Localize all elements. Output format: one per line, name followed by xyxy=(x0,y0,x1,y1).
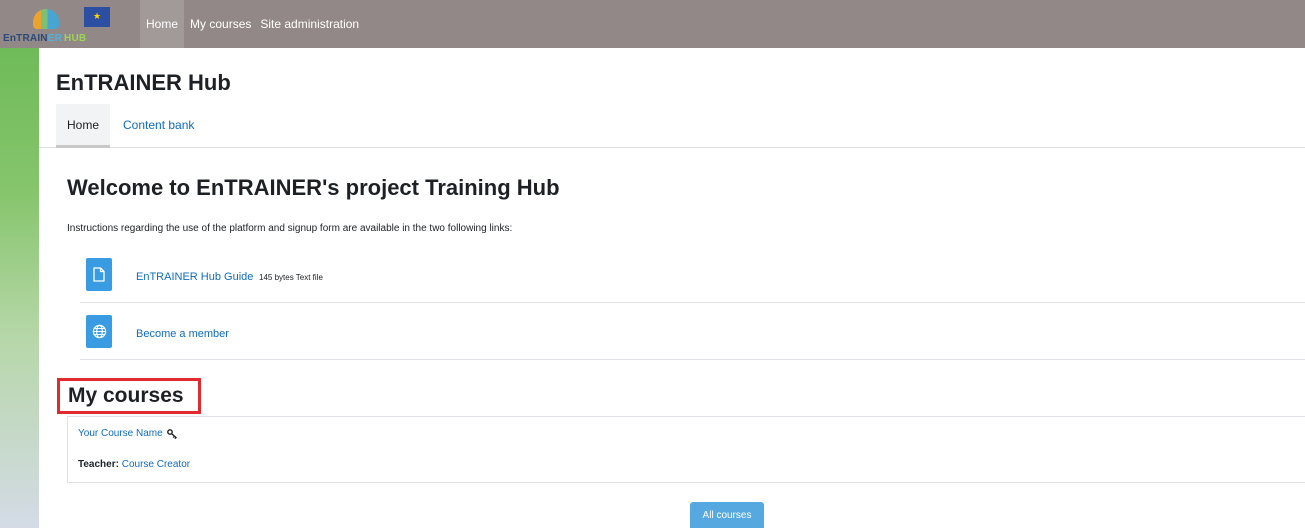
course-card: Your Course Name Teacher: Course Creator xyxy=(67,416,1305,483)
globe-icon[interactable] xyxy=(86,315,112,348)
nav-site-administration[interactable]: Site administration xyxy=(257,0,362,48)
wordmark-part1: EnTRAIN xyxy=(3,33,48,44)
eu-flag-icon: ★ xyxy=(84,7,110,27)
course-teacher-row: Teacher: Course Creator xyxy=(78,459,190,470)
site-wordmark: EnTRAINER HUB xyxy=(3,33,86,44)
activity-file-meta: 145 bytes Text file xyxy=(259,273,323,282)
eu-flag-stars: ★ xyxy=(92,12,102,22)
tab-content-bank[interactable]: Content bank xyxy=(123,104,194,148)
activity-link-become-member[interactable]: Become a member xyxy=(136,328,229,340)
instructions-text: Instructions regarding the use of the pl… xyxy=(67,223,513,234)
globe-logo-icon xyxy=(33,9,59,29)
activity-item: EnTRAINER Hub Guide 145 bytes Text file xyxy=(80,247,1305,303)
secondary-nav: Home Content bank xyxy=(39,104,1305,148)
all-courses-button[interactable]: All courses xyxy=(690,502,764,528)
welcome-heading: Welcome to EnTRAINER's project Training … xyxy=(67,175,560,200)
site-logo[interactable]: ★ EnTRAINER HUB xyxy=(0,0,134,48)
wordmark-part2: ER xyxy=(47,33,63,44)
top-navbar: ★ EnTRAINER HUB Home My courses Site admi… xyxy=(0,0,1305,48)
nav-my-courses[interactable]: My courses xyxy=(187,0,254,48)
page-title: EnTRAINER Hub xyxy=(56,70,231,95)
wordmark-part3: HUB xyxy=(64,33,87,44)
left-decorative-strip xyxy=(0,48,39,528)
course-name-row: Your Course Name xyxy=(78,428,178,439)
tab-home[interactable]: Home xyxy=(56,104,110,148)
activity-link-hub-guide[interactable]: EnTRAINER Hub Guide xyxy=(136,271,253,283)
primary-nav: Home My courses Site administration xyxy=(140,0,362,48)
key-icon xyxy=(166,428,178,439)
activity-item: Become a member xyxy=(80,304,1305,360)
course-name-link[interactable]: Your Course Name xyxy=(78,428,163,439)
nav-home[interactable]: Home xyxy=(140,0,185,48)
my-courses-heading: My courses xyxy=(68,384,184,407)
teacher-name-link[interactable]: Course Creator xyxy=(122,459,190,470)
file-icon[interactable] xyxy=(86,258,112,291)
teacher-label: Teacher: xyxy=(78,459,122,470)
